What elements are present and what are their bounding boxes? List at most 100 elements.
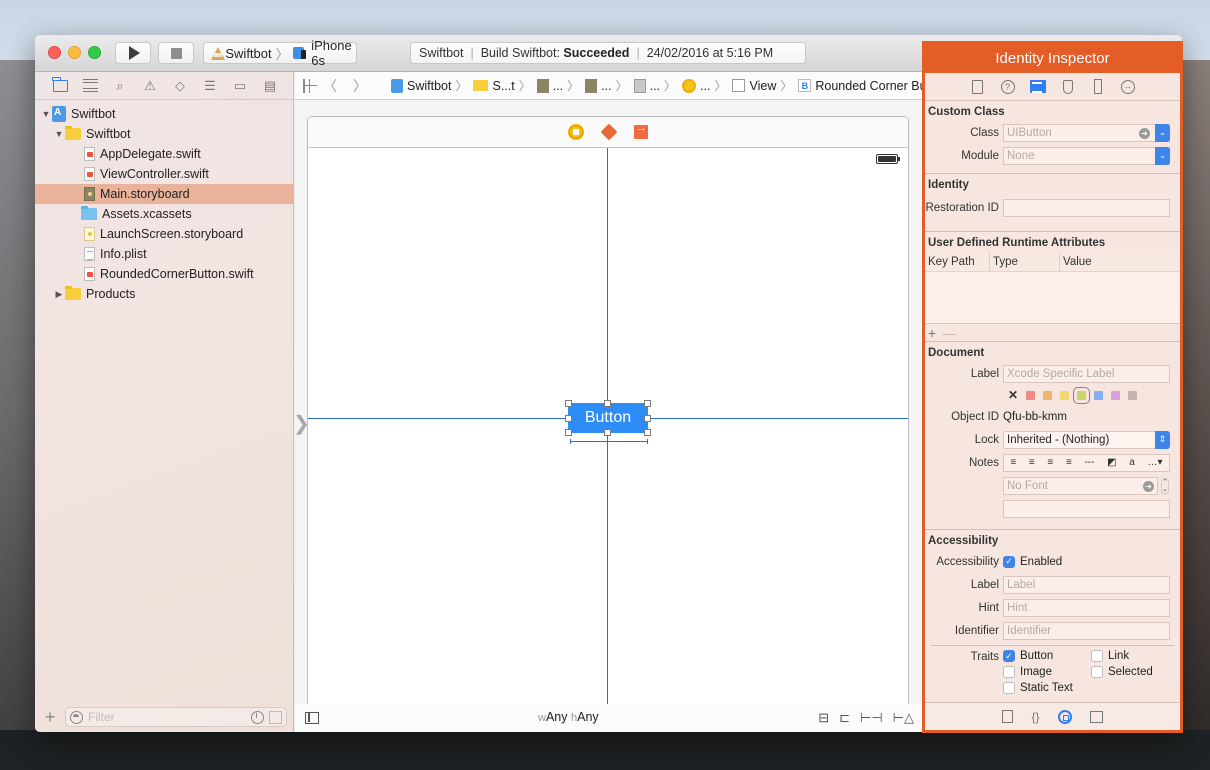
- a11y-hint-input[interactable]: Hint: [1003, 598, 1170, 617]
- resize-handle[interactable]: [565, 429, 572, 436]
- tree-item-file[interactable]: Info.plist: [35, 244, 293, 264]
- tree-item-file[interactable]: RoundedCornerButton.swift: [35, 264, 293, 284]
- trait-selected-checkbox[interactable]: [1091, 666, 1103, 678]
- resize-handle[interactable]: [565, 415, 572, 422]
- report-navigator-tab[interactable]: ▤: [261, 77, 279, 95]
- accessibility-enabled-checkbox[interactable]: ✓: [1003, 555, 1015, 568]
- scm-status-icon[interactable]: [269, 710, 282, 724]
- notes-textarea[interactable]: [1003, 499, 1170, 518]
- filter-input[interactable]: Filter: [65, 707, 287, 727]
- breadcrumb-group[interactable]: S...t: [473, 79, 515, 93]
- chevron-down-icon[interactable]: ⌄: [1155, 146, 1170, 165]
- stop-button[interactable]: [158, 42, 194, 64]
- go-to-class-icon[interactable]: ➜: [1139, 127, 1150, 139]
- tree-item-file[interactable]: LaunchScreen.storyboard: [35, 224, 293, 244]
- align-icon[interactable]: ⊏: [839, 710, 850, 726]
- font-picker-icon[interactable]: ➜: [1143, 480, 1154, 492]
- size-class-control[interactable]: wAny hAny: [538, 710, 599, 724]
- xcode-label-input[interactable]: Xcode Specific Label: [1003, 364, 1170, 383]
- breadcrumb-scene[interactable]: ...: [633, 78, 660, 93]
- tree-item-group[interactable]: ▼ Swiftbot: [35, 124, 293, 144]
- column-key-path[interactable]: Key Path: [925, 252, 990, 271]
- class-combobox[interactable]: UIButton ➜ ⌄: [1003, 123, 1170, 142]
- minimize-window-button[interactable]: [68, 46, 81, 59]
- tree-item-group[interactable]: ▶ Products: [35, 284, 293, 304]
- runtime-attributes-table[interactable]: [925, 272, 1180, 324]
- breadcrumb-project[interactable]: Swiftbot: [391, 78, 451, 93]
- file-template-library-tab[interactable]: [1002, 710, 1014, 723]
- test-navigator-tab[interactable]: ◇: [171, 77, 189, 95]
- restoration-id-input[interactable]: [1003, 198, 1170, 217]
- column-type[interactable]: Type: [990, 252, 1060, 271]
- breadcrumb-button[interactable]: BRounded Corner Button: [798, 79, 922, 93]
- remove-attribute-button[interactable]: —: [942, 325, 956, 341]
- justify-icon[interactable]: ≡: [1066, 457, 1072, 468]
- debug-navigator-tab[interactable]: ☰: [201, 77, 219, 95]
- resize-handle[interactable]: [565, 400, 572, 407]
- disclosure-closed-icon[interactable]: ▶: [53, 289, 65, 300]
- connections-inspector-tab[interactable]: →: [1120, 79, 1136, 95]
- attributes-inspector-tab[interactable]: [1060, 79, 1076, 95]
- lock-popup[interactable]: Inherited - (Nothing) ⇕: [1003, 430, 1170, 449]
- tree-item-file[interactable]: AppDelegate.swift: [35, 144, 293, 164]
- align-right-icon[interactable]: ≡: [1047, 457, 1053, 468]
- project-navigator-tab[interactable]: [51, 76, 69, 95]
- resize-handle[interactable]: [644, 400, 651, 407]
- symbol-navigator-tab[interactable]: [81, 77, 99, 95]
- breadcrumb-view-controller[interactable]: ...: [682, 78, 710, 93]
- tree-item-file[interactable]: ViewController.swift: [35, 164, 293, 184]
- popup-arrows-icon[interactable]: ⇕: [1155, 430, 1170, 449]
- stack-icon[interactable]: ⊟: [818, 710, 829, 726]
- tree-item-project[interactable]: ▼ Swiftbot: [35, 104, 293, 124]
- resize-handle[interactable]: [644, 415, 651, 422]
- close-window-button[interactable]: [48, 46, 61, 59]
- file-inspector-tab[interactable]: [970, 79, 986, 95]
- add-file-button[interactable]: +: [43, 707, 57, 728]
- disclosure-open-icon[interactable]: ▼: [53, 129, 65, 139]
- run-button[interactable]: [115, 42, 151, 64]
- text-color-icon[interactable]: a: [1129, 457, 1135, 468]
- resize-handle[interactable]: [644, 429, 651, 436]
- media-library-tab[interactable]: [1089, 710, 1103, 723]
- module-combobox[interactable]: None ⌄: [1003, 146, 1170, 165]
- align-center-icon[interactable]: ≡: [1029, 457, 1035, 468]
- font-field[interactable]: No Font ➜ ⌃ ⌄: [1003, 476, 1169, 495]
- scheme-selector[interactable]: Swiftbot 〉 iPhone 6s: [203, 38, 357, 68]
- zoom-window-button[interactable]: [88, 46, 101, 59]
- color-swatch-yellow[interactable]: [1060, 390, 1070, 400]
- a11y-identifier-input[interactable]: Identifier: [1003, 621, 1170, 640]
- document-outline-toggle[interactable]: [305, 712, 319, 724]
- tree-item-file-selected[interactable]: Main.storyboard: [35, 184, 293, 204]
- color-swatch-gray[interactable]: [1128, 390, 1138, 400]
- identity-inspector-tab[interactable]: [1029, 79, 1046, 95]
- more-options-icon[interactable]: …▾: [1148, 457, 1163, 468]
- resize-handle[interactable]: [604, 400, 611, 407]
- align-left-icon[interactable]: ≡: [1010, 457, 1016, 468]
- no-color-icon[interactable]: ◩: [1107, 457, 1116, 468]
- forward-button[interactable]: 〉: [353, 76, 367, 96]
- clear-color-button[interactable]: ✕: [1008, 388, 1018, 402]
- breadcrumb-view[interactable]: View: [732, 79, 776, 93]
- column-value[interactable]: Value: [1060, 252, 1180, 271]
- view-controller-icon[interactable]: [568, 124, 584, 140]
- pin-icon[interactable]: ⊢⊣: [860, 710, 883, 726]
- storyboard-canvas[interactable]: ❯ Button: [293, 101, 922, 711]
- disclosure-open-icon[interactable]: ▼: [40, 109, 52, 119]
- color-swatch-blue[interactable]: [1094, 390, 1104, 400]
- font-size-stepper[interactable]: ⌃ ⌄: [1161, 477, 1169, 494]
- tree-item-file[interactable]: Assets.xcassets: [35, 204, 293, 224]
- color-swatch-red[interactable]: [1026, 390, 1036, 400]
- resize-handle[interactable]: [604, 429, 611, 436]
- color-swatch-green[interactable]: [1073, 386, 1091, 404]
- issue-navigator-tab[interactable]: ⚠: [141, 77, 159, 95]
- trait-static-text-checkbox[interactable]: [1003, 682, 1015, 694]
- code-snippet-library-tab[interactable]: {}: [1031, 710, 1039, 724]
- color-swatch-purple[interactable]: [1111, 390, 1121, 400]
- trait-link-checkbox[interactable]: [1091, 650, 1103, 662]
- first-responder-icon[interactable]: [600, 123, 618, 141]
- trait-image-checkbox[interactable]: [1003, 666, 1015, 678]
- breadcrumb-storyboard-base[interactable]: ...: [585, 78, 612, 93]
- color-swatch-orange[interactable]: [1043, 390, 1053, 400]
- exit-icon[interactable]: [634, 122, 648, 139]
- find-navigator-tab[interactable]: ⌕: [111, 77, 129, 95]
